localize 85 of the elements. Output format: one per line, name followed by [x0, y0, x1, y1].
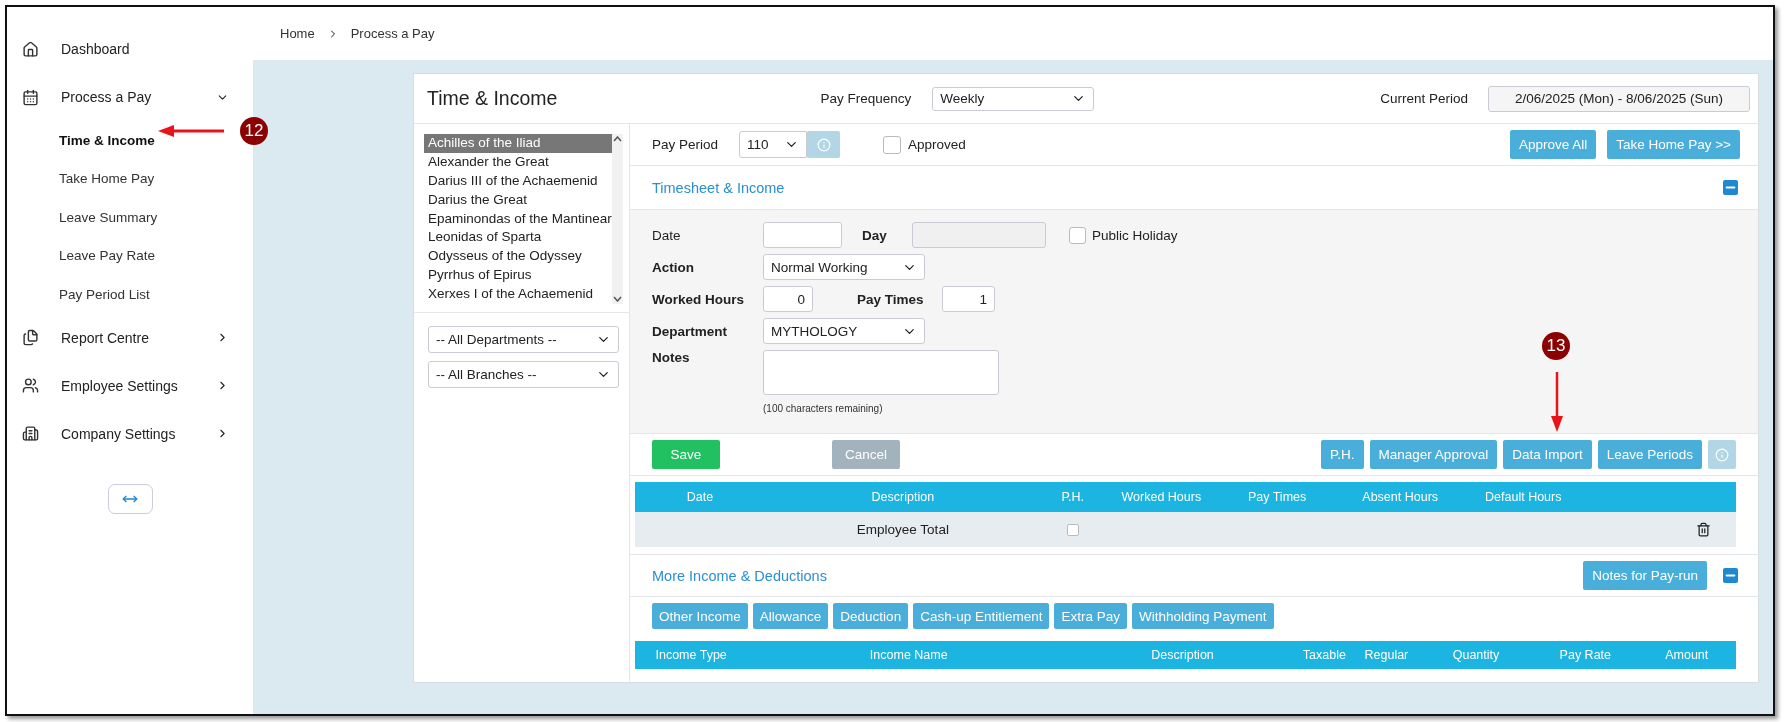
- page-title: Time & Income: [427, 87, 559, 110]
- employee-item[interactable]: Xerxes I of the Achaemenid: [424, 285, 612, 304]
- field-label: Date: [652, 227, 682, 243]
- date-input[interactable]: [763, 222, 842, 248]
- employee-item[interactable]: Epaminondas of the Mantinear: [424, 209, 612, 229]
- collapse-button[interactable]: [1723, 180, 1738, 195]
- trash-icon[interactable]: [1696, 522, 1711, 537]
- current-period-field[interactable]: 2/06/2025 (Mon) - 8/06/2025 (Sun): [1488, 85, 1750, 112]
- pay-frequency-select[interactable]: Weekly: [932, 86, 1095, 111]
- sidebar-subitem[interactable]: Leave Pay Rate: [59, 236, 156, 275]
- column-header: Amount: [1637, 641, 1736, 669]
- building-icon: [22, 425, 39, 442]
- field-label: Action: [652, 259, 695, 275]
- filter-select[interactable]: -- All Departments --: [428, 326, 619, 353]
- breadcrumb-link[interactable]: Home: [280, 26, 315, 41]
- column-header: Absent Hours: [1336, 482, 1465, 512]
- info-button[interactable]: [807, 131, 841, 158]
- column-header: Description: [765, 482, 1041, 512]
- notes-textarea[interactable]: [763, 350, 999, 395]
- ph-checkbox[interactable]: [1066, 523, 1079, 536]
- employee-item[interactable]: Leonidas of Sparta: [424, 228, 612, 248]
- employee-item[interactable]: Pyrrhus of Epirus: [424, 266, 612, 286]
- column-header: Default Hours: [1464, 482, 1583, 512]
- callout-arrow: [158, 124, 224, 138]
- department-select[interactable]: MYTHOLOGY: [763, 318, 925, 344]
- field-label: Pay Period: [652, 137, 719, 152]
- column-header: Income Name: [747, 641, 1071, 669]
- column-header: P.H.: [1040, 482, 1105, 512]
- field-label: Notes: [652, 350, 691, 365]
- checkbox-label: Approved: [908, 137, 966, 152]
- filter-select[interactable]: -- All Branches --: [428, 361, 619, 388]
- sidebar-item[interactable]: Dashboard: [7, 25, 253, 73]
- approved-checkbox[interactable]: [883, 135, 902, 154]
- scroll-up-icon[interactable]: [612, 136, 622, 142]
- section-title: More Income & Deductions: [652, 567, 827, 584]
- home-icon: [22, 40, 39, 58]
- people-icon: [22, 377, 39, 394]
- field-label: Worked Hours: [652, 291, 745, 307]
- sidebar-subitem[interactable]: Time & Income: [59, 121, 155, 160]
- section-title: Timesheet & Income: [652, 179, 785, 196]
- sidebar-subitem[interactable]: Pay Period List: [59, 275, 150, 314]
- column-header: Income Type: [635, 641, 748, 669]
- employee-item[interactable]: Odysseus of the Odyssey: [424, 247, 612, 267]
- info-button[interactable]: [1708, 440, 1736, 469]
- checkbox-label: Public Holiday: [1092, 227, 1178, 243]
- sidebar-subitem[interactable]: Leave Summary: [59, 198, 158, 237]
- employee-item[interactable]: Achilles of the Iliad: [424, 134, 612, 153]
- field-label: Day: [862, 227, 888, 243]
- documents-icon: [22, 329, 39, 346]
- pay-times-input[interactable]: 1: [942, 286, 995, 312]
- sidebar-item[interactable]: Employee Settings: [7, 361, 253, 410]
- day-input[interactable]: [912, 222, 1046, 248]
- field-label: Current Period: [1380, 91, 1468, 106]
- pay-period-select[interactable]: 110: [739, 131, 808, 158]
- calendar-icon: [22, 88, 39, 106]
- sidebar-item[interactable]: Company Settings: [7, 409, 253, 458]
- employee-item[interactable]: Alexander the Great: [424, 152, 612, 172]
- collapse-sidebar-button[interactable]: [107, 483, 153, 514]
- column-header: Date: [635, 482, 765, 512]
- table-cell: Employee Total: [765, 512, 1041, 547]
- public-holiday-checkbox[interactable]: [1069, 226, 1086, 244]
- breadcrumb-link[interactable]: Process a Pay: [350, 26, 435, 41]
- scrollbar[interactable]: [611, 134, 623, 304]
- worked-hours-input[interactable]: 0: [763, 286, 813, 312]
- field-label: Pay Times: [857, 291, 925, 307]
- callout-arrow: [1550, 372, 1564, 432]
- employee-item[interactable]: Darius the Great: [424, 190, 612, 210]
- sidebar-item[interactable]: Report Centre: [7, 313, 253, 362]
- employee-item[interactable]: Darius III of the Achaemenid: [424, 171, 612, 191]
- column-header: Worked Hours: [1104, 482, 1218, 512]
- info-icon: [1715, 447, 1729, 462]
- field-label: Pay Frequency: [820, 91, 912, 106]
- field-label: Department: [652, 323, 728, 339]
- column-header: Taxable: [1294, 641, 1354, 669]
- sidebar-subitem[interactable]: Take Home Pay: [59, 159, 155, 198]
- character-count-hint: (100 characters remaining): [763, 403, 884, 414]
- column-header: Regular: [1353, 641, 1419, 669]
- collapse-button[interactable]: [1723, 568, 1738, 583]
- column-header: Description: [1070, 641, 1295, 669]
- column-header: Quantity: [1418, 641, 1534, 669]
- column-header: Pay Times: [1218, 482, 1337, 512]
- column-header: Pay Rate: [1533, 641, 1638, 669]
- info-icon: [816, 137, 831, 152]
- action-select[interactable]: Normal Working: [763, 254, 925, 280]
- scroll-down-icon[interactable]: [612, 296, 622, 302]
